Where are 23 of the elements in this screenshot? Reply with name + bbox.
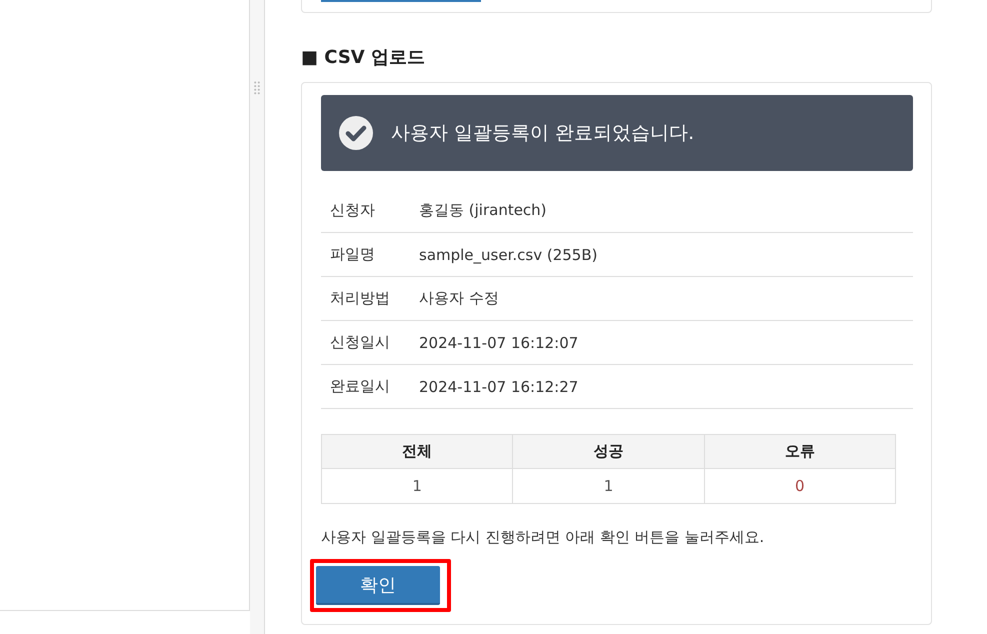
notice-text: 사용자 일괄등록을 다시 진행하려면 아래 확인 버튼을 눌러주세요. [321,528,766,547]
field-label: 처리방법 [330,289,391,308]
check-circle-icon [339,116,373,150]
field-value: 2024-11-07 16:12:07 [419,334,578,352]
field-label: 신청일시 [330,333,391,352]
confirm-button[interactable]: 확인 [316,566,440,605]
section-title: ■ CSV 업로드 [301,46,426,70]
table-cell: 1 [512,468,704,504]
field-label: 신청자 [330,201,376,220]
column-header: 오류 [704,434,896,468]
field-value: 2024-11-07 16:12:27 [419,378,578,396]
splitter-bar[interactable] [250,0,265,634]
field-value: 홍길동 (jirantech) [419,201,547,220]
field-value: sample_user.csv (255B) [419,246,598,264]
field-label: 파일명 [330,245,376,264]
field-label: 완료일시 [330,377,391,396]
banner-message: 사용자 일괄등록이 완료되었습니다. [391,121,694,146]
grip-icon[interactable] [254,81,260,95]
column-header: 성공 [512,434,704,468]
field-value: 사용자 수정 [419,289,499,308]
table-cell: 0 [704,468,896,504]
column-header: 전체 [322,434,513,468]
table-cell: 1 [322,468,513,504]
